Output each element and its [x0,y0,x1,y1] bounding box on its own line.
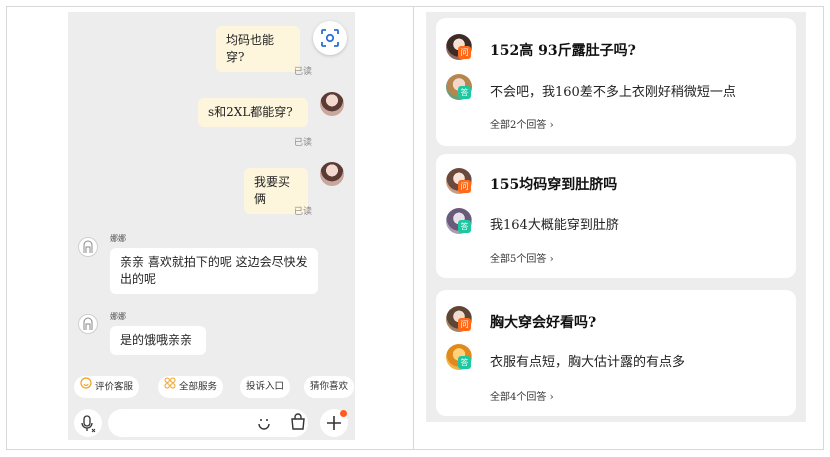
qa-card[interactable]: 问 胸大穿会好看吗? 答 衣服有点短，胸大估计露的有点多 全部4个回答 › [436,290,796,416]
answer-text: 不会吧，我160差不多上衣刚好稍微短一点 [490,85,736,100]
chat-bubble-agent[interactable]: 是的饿哦亲亲 [110,326,206,355]
panel-divider [413,6,414,450]
message-input[interactable] [108,409,308,437]
emoji-icon [258,419,270,430]
chat-screen: 均码也能穿? 已读 s和2XL都能穿? 已读 我要买俩 已读 娜娜 亲亲 喜欢就… [68,12,355,440]
all-answers-link[interactable]: 全部4个回答 › [490,388,554,403]
qa-panel: 问 152高 93斤露肚子吗? 答 不会吧，我160差不多上衣刚好稍微短一点 全… [426,12,806,422]
answer-text: 我164大概能穿到肚脐 [490,218,619,233]
complaint-chip[interactable]: 投诉入口 [240,376,291,398]
all-answers-label: 全部5个回答 [490,254,547,265]
answer-badge: 答 [458,86,471,99]
voice-button[interactable] [74,409,102,437]
more-button[interactable] [320,409,348,437]
chevron-right-icon: › [549,392,554,403]
all-answers-link[interactable]: 全部2个回答 › [490,116,554,131]
notification-dot [340,410,347,417]
smile-icon [80,376,92,398]
question-text: 152高 93斤露肚子吗? [490,43,636,59]
agent-name: 娜娜 [110,312,126,321]
shop-avatar-icon [78,314,98,334]
answer-badge: 答 [458,220,471,233]
chevron-right-icon: › [549,120,554,131]
answer-badge: 答 [458,356,471,369]
question-text: 胸大穿会好看吗? [490,315,597,331]
qa-card[interactable]: 问 155均码穿到肚脐吗 答 我164大概能穿到肚脐 全部5个回答 › [436,154,796,278]
grid-icon [164,376,176,398]
question-badge: 问 [458,318,471,331]
product-button[interactable] [288,412,308,432]
chat-bubble-self[interactable]: 均码也能穿? [216,26,300,72]
chip-label: 评价客服 [95,381,134,393]
read-status: 已读 [294,207,313,217]
agent-name: 娜娜 [110,234,126,243]
all-services-chip[interactable]: 全部服务 [158,376,224,398]
scan-avatar-icon[interactable] [313,21,347,55]
guess-you-like-chip[interactable]: 猜你喜欢 [304,376,355,398]
user-avatar [320,162,344,186]
chat-bubble-self[interactable]: s和2XL都能穿? [198,98,308,127]
microphone-icon [81,415,96,433]
read-status: 已读 [294,138,313,148]
user-avatar [320,92,344,116]
chat-input-bar [68,407,355,437]
qa-card[interactable]: 问 152高 93斤露肚子吗? 答 不会吧，我160差不多上衣刚好稍微短一点 全… [436,18,796,146]
answer-text: 衣服有点短，胸大估计露的有点多 [490,355,686,370]
rate-service-chip[interactable]: 评价客服 [74,376,140,398]
question-badge: 问 [458,46,471,59]
chat-bubble-agent[interactable]: 亲亲 喜欢就拍下的呢 这边会尽快发出的呢 [110,248,318,294]
all-answers-label: 全部4个回答 [490,392,547,403]
shopping-bag-icon [291,413,305,430]
chip-label: 全部服务 [179,381,218,393]
all-answers-label: 全部2个回答 [490,120,547,131]
emoji-button[interactable] [254,412,274,432]
all-answers-link[interactable]: 全部5个回答 › [490,250,554,265]
read-status: 已读 [294,67,313,77]
quick-actions-bar: 评价客服 全部服务 投诉入口 猜你喜欢 [68,376,355,400]
question-text: 155均码穿到肚脐吗 [490,177,618,193]
chevron-right-icon: › [549,254,554,265]
shop-avatar-icon [78,237,98,257]
question-badge: 问 [458,180,471,193]
